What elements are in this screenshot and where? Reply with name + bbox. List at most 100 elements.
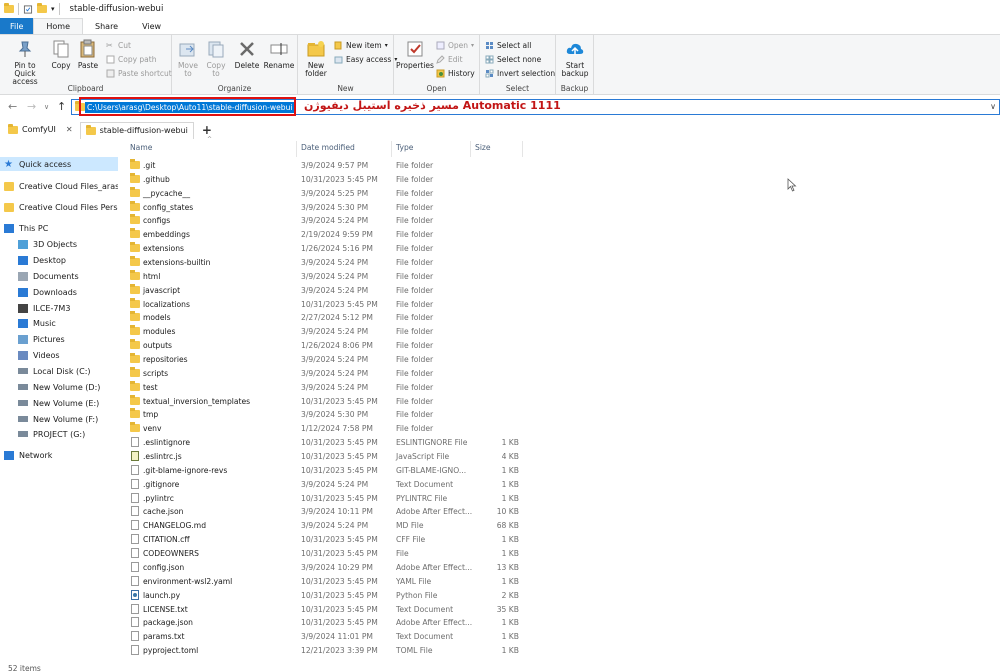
nav-item[interactable]: Creative Cloud Files Perso (0, 200, 118, 214)
add-tab-icon[interactable]: + (202, 123, 212, 137)
file-row[interactable]: config.json 3/9/2024 10:29 PM Adobe After … (127, 561, 527, 575)
select-none-button[interactable]: Select none (485, 55, 541, 64)
file-row[interactable]: .pylintrc 10/31/2023 5:45 PM PYLINTRC File… (127, 492, 527, 506)
file-row[interactable]: venv 1/12/2024 7:58 PM File folder (127, 422, 527, 436)
nav-item[interactable]: Local Disk (C:) (0, 364, 118, 378)
nav-item[interactable]: New Volume (E:) (0, 396, 118, 410)
file-row[interactable]: modules 3/9/2024 5:24 PM File folder (127, 325, 527, 339)
nav-item[interactable]: Creative Cloud Files_aras (0, 179, 118, 193)
copy-path-button[interactable]: Copy path (106, 55, 156, 64)
pin-quick-access-button[interactable]: Pin to Quick access (2, 39, 48, 86)
new-item-button[interactable]: New item ▾ (334, 41, 388, 50)
tab-share[interactable]: Share (83, 18, 130, 34)
select-all-button[interactable]: Select all (485, 41, 531, 50)
file-row[interactable]: .eslintignore 10/31/2023 5:45 PM ESLINTIGN… (127, 436, 527, 450)
delete-button[interactable]: Delete (234, 39, 260, 70)
column-header-type[interactable]: Type (396, 143, 413, 155)
easy-access-button[interactable]: Easy access ▾ (334, 55, 397, 64)
edit-button[interactable]: Edit (436, 55, 463, 64)
file-row[interactable]: params.txt 3/9/2024 11:01 PM Text Document… (127, 630, 527, 644)
nav-item[interactable]: Music (0, 316, 118, 330)
nav-item[interactable]: Network (0, 448, 118, 462)
nav-item[interactable]: PROJECT (G:) (0, 427, 118, 441)
file-row[interactable]: launch.py 10/31/2023 5:45 PM Python File 2 … (127, 589, 527, 603)
customize-quick-access-icon[interactable]: ▾ (51, 5, 55, 13)
column-divider[interactable] (296, 141, 297, 157)
file-row[interactable]: CITATION.cff 10/31/2023 5:45 PM CFF File 1 … (127, 533, 527, 547)
close-icon[interactable]: ✕ (66, 125, 73, 134)
file-row[interactable]: .git-blame-ignore-revs 10/31/2023 5:45 PM… (127, 464, 527, 478)
move-to-button[interactable]: Move to (176, 39, 200, 78)
file-row[interactable]: localizations 10/31/2023 5:45 PM File fold… (127, 297, 527, 312)
tab-file[interactable]: File (0, 18, 34, 34)
copy-button[interactable]: Copy (50, 39, 72, 70)
column-divider[interactable] (470, 141, 471, 157)
invert-selection-button[interactable]: Invert selection (485, 69, 555, 78)
file-row[interactable]: textual_inversion_templates 10/31/2023 5:… (127, 394, 527, 409)
tab-view[interactable]: View (130, 18, 173, 34)
history-button[interactable]: History (436, 69, 475, 78)
up-arrow-icon[interactable]: ↑ (57, 100, 66, 113)
nav-item[interactable]: Downloads (0, 285, 118, 299)
cut-button[interactable]: ✂ Cut (106, 41, 131, 50)
column-divider[interactable] (391, 141, 392, 157)
file-row[interactable]: cache.json 3/9/2024 10:11 PM Adobe After E… (127, 505, 527, 519)
file-row[interactable]: scripts 3/9/2024 5:24 PM File folder (127, 366, 527, 381)
file-row[interactable]: LICENSE.txt 10/31/2023 5:45 PM Text Docume… (127, 603, 527, 617)
back-arrow-icon[interactable]: ← (8, 100, 17, 113)
nav-item[interactable]: ★ Quick access (0, 157, 118, 171)
file-row[interactable]: config_states 3/9/2024 5:30 PM File folder (127, 200, 527, 215)
file-row[interactable]: CHANGELOG.md 3/9/2024 5:24 PM MD File 68 KB (127, 519, 527, 533)
recent-locations-chevron-icon[interactable]: ∨ (44, 103, 49, 111)
paste-shortcut-button[interactable]: Paste shortcut (106, 69, 172, 78)
nav-item[interactable]: Documents (0, 269, 118, 283)
folder-tab-comfyui[interactable]: ComfyUI ✕ (3, 122, 78, 139)
column-header-size[interactable]: Size (475, 143, 491, 155)
nav-item[interactable]: Videos (0, 348, 118, 362)
nav-item[interactable]: Desktop (0, 253, 118, 267)
file-row[interactable]: repositories 3/9/2024 5:24 PM File folder (127, 353, 527, 367)
open-button[interactable]: Open ▾ (436, 41, 474, 50)
column-header-name[interactable]: Name (130, 143, 152, 155)
file-row[interactable]: pyproject.toml 12/21/2023 3:39 PM TOML Fil… (127, 644, 527, 658)
file-row[interactable]: test 3/9/2024 5:24 PM File folder (127, 380, 527, 395)
copy-to-button[interactable]: Copy to (204, 39, 228, 78)
file-row[interactable]: configs 3/9/2024 5:24 PM File folder (127, 214, 527, 228)
new-folder-quick-icon[interactable] (37, 3, 47, 13)
nav-item[interactable]: New Volume (F:) (0, 412, 118, 426)
file-row[interactable]: .git 3/9/2024 9:57 PM File folder (127, 159, 527, 173)
column-header-date[interactable]: Date modified (301, 143, 355, 155)
properties-button[interactable]: Properties (396, 39, 434, 70)
file-row[interactable]: javascript 3/9/2024 5:24 PM File folder (127, 283, 527, 298)
chevron-down-icon[interactable]: ∨ (990, 102, 996, 111)
file-row[interactable]: outputs 1/26/2024 8:06 PM File folder (127, 339, 527, 353)
nav-item[interactable]: Pictures (0, 332, 118, 346)
file-row[interactable]: __pycache__ 3/9/2024 5:25 PM File folder (127, 186, 527, 201)
file-type: File folder (396, 258, 434, 268)
forward-arrow-icon[interactable]: → (27, 100, 36, 113)
file-row[interactable]: environment-wsl2.yaml 10/31/2023 5:45 PM Y… (127, 575, 527, 589)
file-row[interactable]: .gitignore 3/9/2024 5:24 PM Text Document 1… (127, 478, 527, 492)
properties-quick-icon[interactable] (23, 4, 33, 14)
nav-item[interactable]: This PC (0, 221, 118, 235)
start-backup-button[interactable]: Start backup (558, 39, 592, 78)
paste-button[interactable]: Paste (76, 39, 100, 70)
file-row[interactable]: .eslintrc.js 10/31/2023 5:45 PM JavaScript… (127, 450, 527, 464)
column-divider[interactable] (522, 141, 523, 157)
new-folder-button[interactable]: New folder (300, 39, 332, 78)
nav-item[interactable]: 3D Objects (0, 237, 118, 251)
file-row[interactable]: package.json 10/31/2023 5:45 PM Adobe Afte… (127, 616, 527, 630)
file-row[interactable]: embeddings 2/19/2024 9:59 PM File folder (127, 228, 527, 242)
folder-tab-stable-diffusion[interactable]: stable-diffusion-webui (79, 121, 194, 139)
nav-item[interactable]: New Volume (D:) (0, 380, 118, 394)
file-row[interactable]: tmp 3/9/2024 5:30 PM File folder (127, 408, 527, 422)
file-row[interactable]: models 2/27/2024 5:12 PM File folder (127, 311, 527, 325)
tab-home[interactable]: Home (33, 18, 84, 34)
file-row[interactable]: html 3/9/2024 5:24 PM File folder (127, 269, 527, 284)
file-row[interactable]: CODEOWNERS 10/31/2023 5:45 PM File 1 KB (127, 547, 527, 561)
file-row[interactable]: extensions-builtin 3/9/2024 5:24 PM File f… (127, 256, 527, 270)
nav-item[interactable]: ILCE-7M3 (0, 301, 118, 315)
file-row[interactable]: extensions 1/26/2024 5:16 PM File folder (127, 242, 527, 256)
rename-button[interactable]: Rename (264, 39, 294, 70)
file-row[interactable]: .github 10/31/2023 5:45 PM File folder (127, 172, 527, 187)
